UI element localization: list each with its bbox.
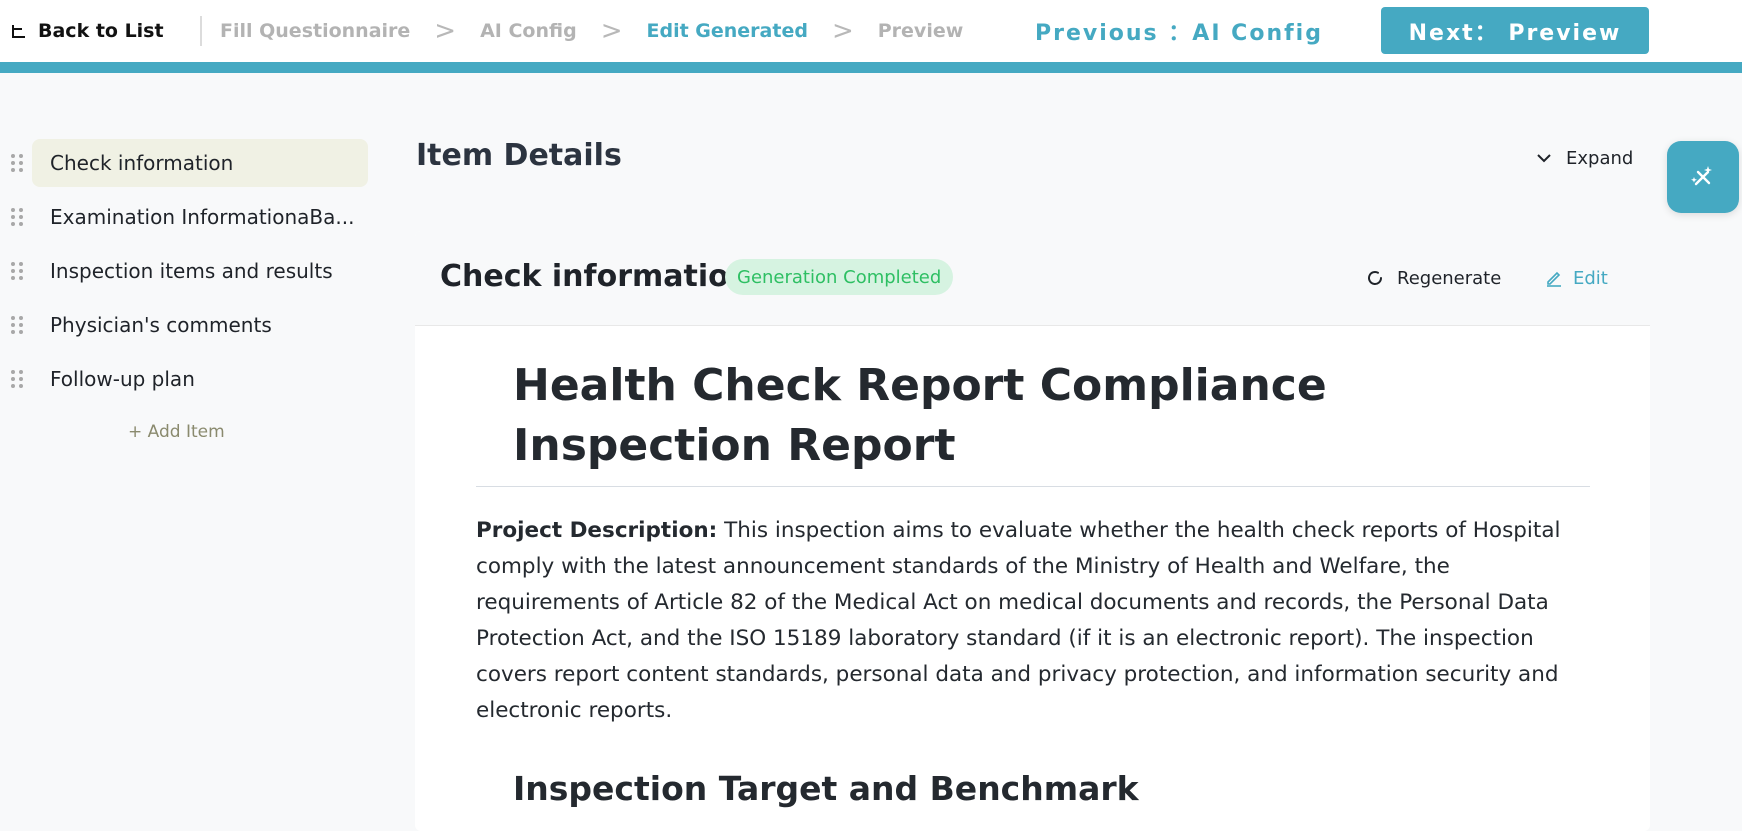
- refresh-icon: [1368, 271, 1382, 285]
- step-preview[interactable]: Preview: [878, 20, 964, 42]
- next-button[interactable]: Next： Preview: [1381, 7, 1649, 54]
- step-edit-generated[interactable]: Edit Generated: [647, 20, 808, 42]
- project-description-label: Project Description:: [476, 518, 718, 543]
- step-arrow: >: [434, 16, 457, 46]
- header-divider: [200, 16, 202, 46]
- top-bar: Back to List Fill Questionnaire > AI Con…: [0, 0, 1742, 73]
- magic-wand-icon: [1691, 166, 1712, 186]
- step-fill-questionnaire[interactable]: Fill Questionnaire: [220, 20, 410, 42]
- document-heading: Health Check Report Compliance Inspectio…: [476, 356, 1590, 487]
- step-arrow: >: [600, 16, 623, 46]
- generated-document: Health Check Report Compliance Inspectio…: [476, 356, 1590, 808]
- drag-handle-icon[interactable]: [11, 370, 23, 388]
- step-breadcrumb: Fill Questionnaire > AI Config > Edit Ge…: [220, 16, 963, 46]
- project-description: Project Description: This inspection aim…: [476, 513, 1590, 729]
- sidebar-item-label: Check information: [32, 139, 368, 187]
- previous-button[interactable]: Previous ：AI Config: [1035, 14, 1323, 48]
- card-title: Check information: [440, 259, 751, 294]
- drag-handle-icon[interactable]: [11, 154, 23, 172]
- sidebar-item-examination-information[interactable]: Examination InformationaBa...: [0, 192, 370, 240]
- regenerate-label: Regenerate: [1397, 267, 1502, 289]
- sidebar-item-check-information[interactable]: Check information: [0, 138, 370, 187]
- card-header: Check information Generation Completed R…: [415, 231, 1650, 326]
- expand-label: Expand: [1566, 147, 1634, 169]
- pencil-icon: [1547, 271, 1561, 287]
- edit-button[interactable]: Edit: [1545, 263, 1608, 293]
- expand-button[interactable]: Expand: [1536, 144, 1633, 172]
- item-detail-card: Check information Generation Completed R…: [415, 231, 1650, 831]
- item-sidebar: Check information Examination Informatio…: [0, 138, 370, 442]
- step-arrow: >: [831, 16, 854, 46]
- edit-label: Edit: [1573, 267, 1608, 289]
- project-description-text: This inspection aims to evaluate whether…: [476, 518, 1561, 723]
- sidebar-item-label: Inspection items and results: [50, 259, 333, 283]
- step-ai-config[interactable]: AI Config: [480, 20, 577, 42]
- regenerate-button[interactable]: Regenerate: [1365, 263, 1501, 293]
- drag-handle-icon[interactable]: [11, 316, 23, 334]
- sidebar-item-inspection-items[interactable]: Inspection items and results: [0, 246, 370, 294]
- sidebar-item-label: Physician's comments: [50, 313, 272, 337]
- page-title: Item Details: [416, 138, 622, 173]
- status-badge: Generation Completed: [725, 259, 954, 295]
- sidebar-item-label: Examination InformationaBa...: [50, 205, 355, 229]
- back-label: Back to List: [38, 20, 164, 42]
- drag-handle-icon[interactable]: [11, 262, 23, 280]
- back-icon: [12, 25, 25, 38]
- sidebar-item-label: Follow-up plan: [50, 367, 195, 391]
- section-heading: Inspection Target and Benchmark: [513, 769, 1139, 808]
- ai-assistant-button[interactable]: [1667, 141, 1739, 213]
- add-item-button[interactable]: + Add Item: [128, 422, 225, 442]
- sidebar-item-follow-up-plan[interactable]: Follow-up plan: [0, 354, 370, 402]
- chevron-down-icon: [1537, 154, 1551, 163]
- sidebar-item-physicians-comments[interactable]: Physician's comments: [0, 300, 370, 348]
- back-to-list-button[interactable]: Back to List: [10, 16, 164, 46]
- drag-handle-icon[interactable]: [11, 208, 23, 226]
